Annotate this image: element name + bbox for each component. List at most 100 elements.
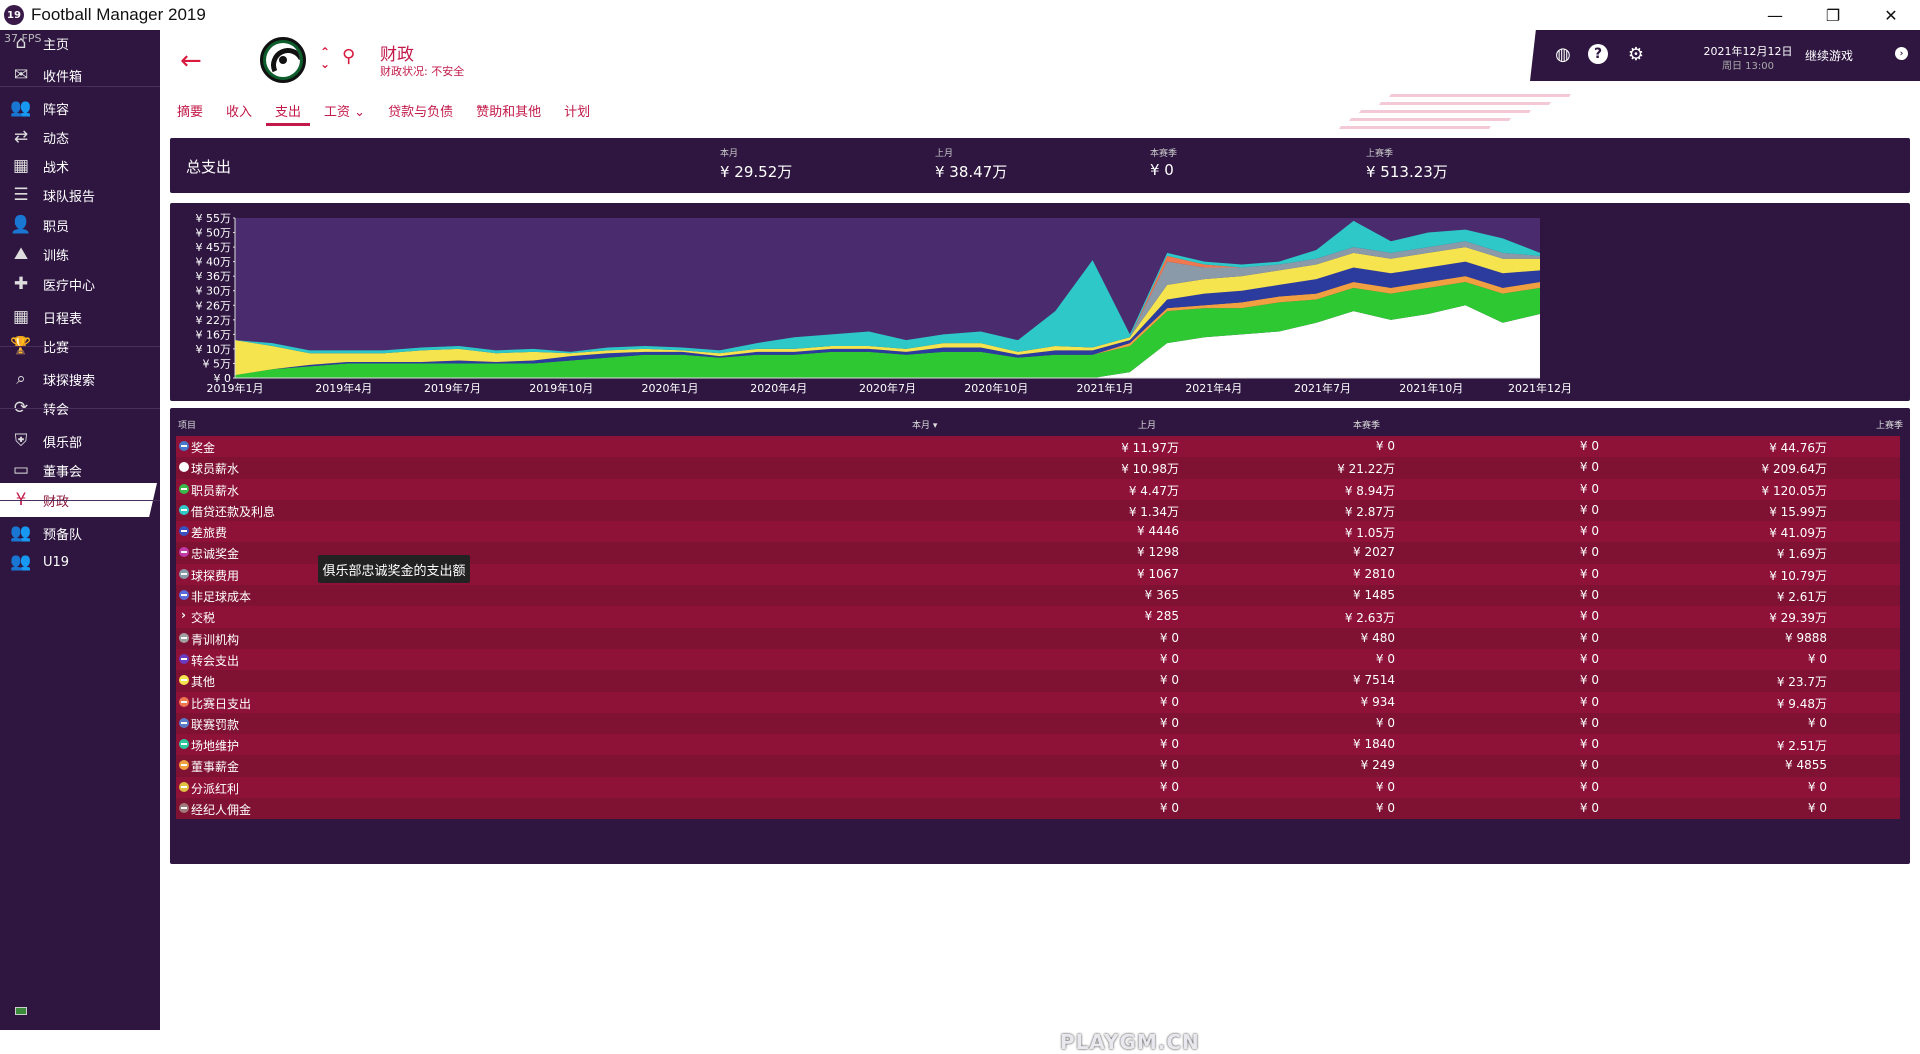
x-tick-label: 2019年10月 [529, 381, 593, 395]
row-this-month: ¥ 10.98万 [1121, 462, 1179, 477]
legend-swatch-icon[interactable] [179, 526, 189, 537]
chevron-right-icon[interactable]: › [181, 608, 186, 622]
header-this-season[interactable]: 本赛季 [1353, 418, 1380, 431]
sidebar-item-training[interactable]: ⛰ 训练 [0, 237, 157, 271]
row-last-season: ¥ 1.69万 [1776, 547, 1827, 562]
table-row[interactable]: 青训机构 ¥ 0 ¥ 480 ¥ 0 ¥ 9888 [176, 627, 1900, 649]
table-row[interactable]: 转会支出 ¥ 0 ¥ 0 ¥ 0 ¥ 0 [176, 648, 1900, 671]
table-header: 项目 本月 ▾ 上月 本赛季 上赛季 [170, 414, 1910, 432]
row-last-season: ¥ 23.7万 [1776, 675, 1827, 690]
chevron-down-icon[interactable]: ⌄ [320, 58, 330, 70]
tab-6[interactable]: 计划 [563, 96, 591, 124]
finance-tabs: 摘要 收入 支出 工资 ⌄ 贷款与负债 赞助和其他 计划 [176, 96, 612, 126]
x-tick-label: 2021年12月 [1508, 381, 1572, 395]
table-row[interactable]: 差旅费 ¥ 4446 ¥ 1.05万 ¥ 0 ¥ 41.09万 [176, 521, 1900, 543]
legend-swatch-icon[interactable] [179, 632, 189, 643]
legend-swatch-icon[interactable] [179, 653, 189, 664]
legend-swatch-icon[interactable] [179, 504, 189, 515]
legend-swatch-icon[interactable] [179, 717, 189, 728]
legend-swatch-icon[interactable] [179, 803, 189, 814]
row-this-season: ¥ 0 [1579, 481, 1599, 496]
row-this-season: ¥ 0 [1579, 801, 1599, 816]
table-row[interactable]: 职员薪水 ¥ 4.47万 ¥ 8.94万 ¥ 0 ¥ 120.05万 [176, 478, 1900, 500]
globe-icon[interactable]: ◍ [1552, 43, 1574, 65]
legend-swatch-icon[interactable] [179, 547, 189, 558]
legend-swatch-icon[interactable] [179, 568, 189, 579]
continue-button[interactable]: 继续游戏 [1805, 47, 1853, 64]
sidebar-item-label: 主页 [43, 37, 70, 53]
gear-icon[interactable]: ⚙ [1625, 43, 1647, 65]
row-this-month: ¥ 0 [1159, 779, 1179, 794]
sidebar-item-board[interactable]: ▭ 董事会 [0, 453, 157, 487]
legend-swatch-icon[interactable] [179, 441, 189, 451]
table-row[interactable]: 非足球成本 ¥ 365 ¥ 1485 ¥ 0 ¥ 2.61万 [176, 585, 1900, 607]
table-row[interactable]: 其他 ¥ 0 ¥ 7514 ¥ 0 ¥ 23.7万 [176, 670, 1900, 692]
table-row[interactable]: 场地维护 ¥ 0 ¥ 1840 ¥ 0 ¥ 2.51万 [176, 734, 1900, 756]
table-row[interactable]: 球员薪水 ¥ 10.98万 ¥ 21.22万 ¥ 0 ¥ 209.64万 [176, 457, 1900, 479]
header-last-month[interactable]: 上月 [1138, 418, 1156, 431]
table-row[interactable]: 比赛日支出 ¥ 0 ¥ 934 ¥ 0 ¥ 9.48万 [176, 691, 1900, 713]
table-row[interactable]: 董事薪金 ¥ 0 ¥ 249 ¥ 0 ¥ 4855 [176, 755, 1900, 777]
tab-3[interactable]: 工资 ⌄ [323, 96, 366, 124]
help-icon[interactable]: ? [1588, 44, 1608, 64]
tab-5[interactable]: 赞助和其他 [475, 96, 542, 124]
header-this-month[interactable]: 本月 ▾ [912, 418, 937, 431]
legend-swatch-icon[interactable] [179, 462, 189, 473]
continue-arrow-icon[interactable]: › [1895, 47, 1908, 60]
row-this-season: ¥ 0 [1579, 609, 1599, 624]
row-this-month: ¥ 4.47万 [1128, 483, 1179, 498]
tab-1[interactable]: 收入 [225, 96, 253, 124]
inbox-icon: ✉ [13, 65, 29, 85]
row-last-month: ¥ 1485 [1353, 588, 1395, 603]
restore-button[interactable]: ❐ [1804, 0, 1862, 30]
legend-swatch-icon[interactable] [179, 590, 189, 601]
row-last-month: ¥ 1840 [1353, 737, 1395, 752]
sidebar-item-u19[interactable]: 👥 U19 [0, 545, 157, 579]
header-last-season[interactable]: 上赛季 [1876, 418, 1903, 431]
sidebar-item-label: 收件箱 [43, 69, 83, 85]
row-this-season: ¥ 0 [1579, 779, 1599, 794]
x-tick-label: 2021年7月 [1294, 381, 1351, 395]
table-row[interactable]: › 交税 ¥ 285 ¥ 2.63万 ¥ 0 ¥ 29.39万 [176, 606, 1900, 628]
summary-value: ¥ 38.47万 [935, 163, 1008, 181]
decorative-stripe [1378, 102, 1552, 105]
row-last-month: ¥ 2027 [1353, 545, 1395, 560]
search-icon[interactable]: ⚲ [342, 46, 355, 67]
sidebar-item-report[interactable]: ☰ 球队报告 [0, 178, 157, 212]
y-tick-label: ¥ 55万 [196, 212, 232, 225]
finance-status: 财政状况: 不安全 [380, 65, 465, 78]
page-title: 财政 [380, 45, 414, 65]
row-this-season: ¥ 0 [1579, 758, 1599, 773]
tab-2[interactable]: 支出 [266, 96, 311, 126]
legend-swatch-icon[interactable] [179, 483, 189, 494]
row-this-season: ¥ 0 [1579, 502, 1599, 517]
legend-swatch-icon[interactable] [179, 696, 189, 707]
row-this-month: ¥ 0 [1159, 630, 1179, 645]
legend-swatch-icon[interactable] [179, 781, 189, 792]
close-button[interactable]: ✕ [1862, 0, 1920, 30]
header-item[interactable]: 项目 [178, 418, 196, 431]
prev-next-arrows[interactable]: ⌃ ⌄ [320, 46, 330, 70]
table-row[interactable]: 联赛罚款 ¥ 0 ¥ 0 ¥ 0 ¥ 0 [176, 712, 1900, 735]
fps-counter: 37 FPS [4, 32, 42, 45]
row-this-month: ¥ 0 [1159, 694, 1179, 709]
table-row[interactable]: 经纪人佣金 ¥ 0 ¥ 0 ¥ 0 ¥ 0 [176, 798, 1900, 820]
decorative-stripe [1338, 126, 1492, 129]
row-last-season: ¥ 9888 [1785, 630, 1827, 645]
legend-swatch-icon[interactable] [179, 675, 189, 686]
tab-4[interactable]: 贷款与负债 [387, 96, 454, 124]
table-row[interactable]: 分派红利 ¥ 0 ¥ 0 ¥ 0 ¥ 0 [176, 776, 1900, 799]
row-name: 比赛日支出 [191, 696, 252, 711]
row-name: 青训机构 [191, 632, 240, 647]
summary-title: 总支出 [186, 158, 232, 176]
tab-0[interactable]: 摘要 [176, 96, 204, 124]
back-arrow-icon[interactable]: ← [180, 46, 202, 76]
legend-swatch-icon[interactable] [179, 760, 189, 771]
table-row[interactable]: 借贷还款及利息 ¥ 1.34万 ¥ 2.87万 ¥ 0 ¥ 15.99万 [176, 499, 1900, 522]
legend-swatch-icon[interactable] [179, 739, 189, 750]
row-name: 转会支出 [191, 653, 240, 668]
sidebar-item-medical[interactable]: ✚ 医疗中心 [0, 267, 157, 301]
row-last-month: ¥ 0 [1375, 439, 1395, 453]
minimize-button[interactable]: — [1746, 0, 1804, 30]
table-row[interactable]: 奖金 ¥ 11.97万 ¥ 0 ¥ 0 ¥ 44.76万 [176, 436, 1900, 458]
